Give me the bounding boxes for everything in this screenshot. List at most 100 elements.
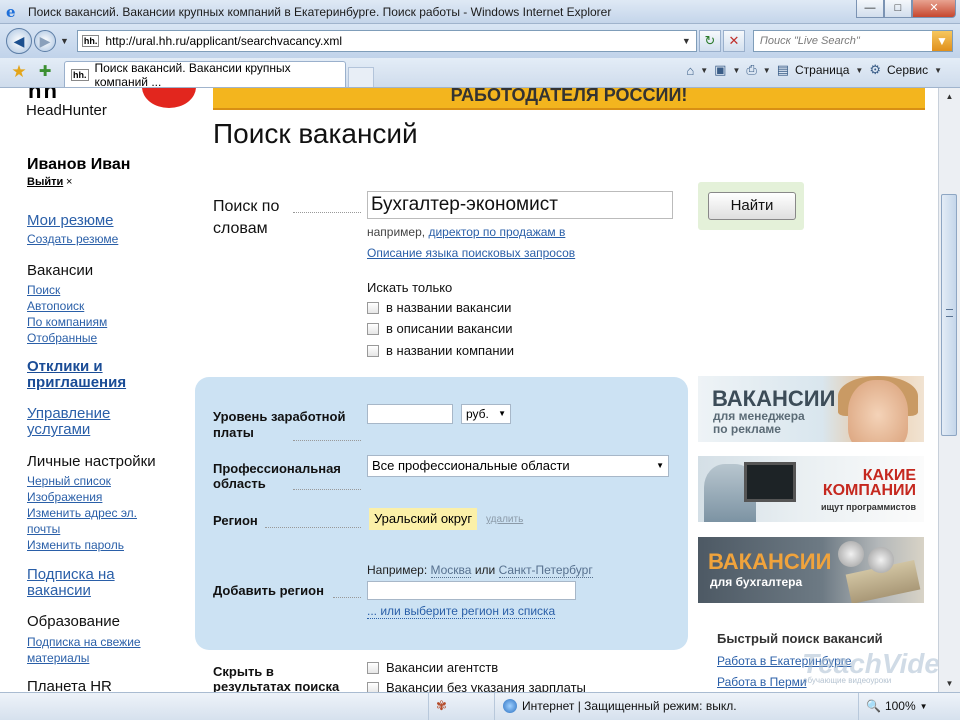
live-search-input[interactable]: Поиск "Live Search" ▼ [752, 30, 953, 52]
prof-area-select[interactable]: Все профессиональные области ▼ [367, 455, 669, 477]
scroll-down-icon[interactable]: ▼ [939, 675, 960, 692]
checkbox-in-description[interactable] [367, 322, 379, 335]
tools-menu[interactable]: Сервис [887, 63, 928, 77]
checkbox-in-title[interactable] [367, 301, 379, 314]
example-spb-link[interactable]: Санкт-Петербург [498, 563, 593, 578]
search-language-link[interactable]: Описание языка поисковых запросов [367, 246, 575, 260]
security-zone[interactable]: Интернет | Защищенный режим: выкл. [503, 699, 737, 713]
search-only-label: Искать только [367, 280, 453, 295]
salary-input[interactable] [367, 404, 453, 424]
sidebar-item-services-link[interactable]: Управление услугами [27, 406, 127, 438]
zoom-control[interactable]: 🔍 100% ▼ [866, 699, 928, 713]
url-text: http://ural.hh.ru/applicant/searchvacanc… [105, 34, 342, 48]
ad-banner-programmers[interactable]: КАКИЕ КОМПАНИИ ищут программистов [698, 456, 924, 522]
sidebar-item-fresh-materials[interactable]: Подписка на свежие материалы [27, 634, 157, 666]
home-dropdown-icon[interactable]: ▼ [700, 66, 708, 75]
sidebar-item-change-password[interactable]: Изменить пароль [27, 537, 177, 553]
sidebar-item-services: Управление услугами [27, 406, 127, 438]
headhunter-logo[interactable]: hh HeadHunter [26, 88, 196, 122]
sidebar-item-autosearch[interactable]: Автопоиск [27, 298, 107, 314]
zoom-dropdown-icon[interactable]: ▼ [920, 702, 928, 711]
ad-banner-accountant[interactable]: ВАКАНСИИ для бухгалтера [698, 537, 924, 603]
refresh-button[interactable]: ↻ [698, 30, 721, 52]
new-tab-button[interactable] [348, 67, 374, 87]
chevron-down-icon: ▼ [498, 409, 506, 418]
quick-link-perm[interactable]: Работа в Перми [717, 675, 807, 689]
maximize-button[interactable]: □ [884, 0, 912, 18]
url-field[interactable]: hh. http://ural.hh.ru/applicant/searchva… [76, 30, 697, 52]
checkbox-row-company[interactable]: в названии компании [367, 343, 514, 358]
region-tag: Уральский округ [369, 508, 478, 530]
sidebar-item-change-email[interactable]: Изменить адрес эл. почты [27, 505, 147, 537]
close-window-button[interactable]: ✕ [912, 0, 956, 18]
checkbox-hide-no-salary[interactable] [367, 681, 379, 692]
search-go-button[interactable]: ▼ [931, 31, 952, 51]
hint-example-link[interactable]: директор по продажам в [428, 225, 565, 239]
minimize-button[interactable]: — [856, 0, 884, 18]
sidebar-item-my-resumes[interactable]: Мои резюме [27, 212, 118, 229]
region-list-link[interactable]: ... или выберите регион из списка [367, 604, 556, 619]
zoom-icon: 🔍 [866, 699, 881, 713]
ad-coin-icon [868, 547, 894, 573]
feeds-dropdown-icon[interactable]: ▼ [732, 66, 740, 75]
forward-button[interactable]: ▶ [34, 30, 56, 52]
logout-link[interactable]: Выйти [27, 176, 63, 188]
scroll-thumb[interactable] [941, 194, 957, 436]
sidebar-settings: Личные настройки Черный список Изображен… [27, 453, 177, 553]
sidebar-item-search[interactable]: Поиск [27, 282, 107, 298]
feeds-icon[interactable]: ▣ [714, 62, 726, 78]
command-bar: ⌂ ▼ ▣ ▼ ⎙ ▼ ▤ Страница ▼ ⚙ Сервис ▼ [686, 62, 942, 78]
sidebar-item-blacklist[interactable]: Черный список [27, 473, 177, 489]
example-moscow-link[interactable]: Москва [430, 563, 472, 578]
sidebar-item-selected[interactable]: Отобранные [27, 330, 107, 346]
logout-x-icon[interactable]: × [66, 176, 72, 188]
sidebar-item-images[interactable]: Изображения [27, 489, 177, 505]
tools-dropdown-icon[interactable]: ▼ [934, 66, 942, 75]
sidebar-item-responses-link[interactable]: Отклики и приглашения [27, 359, 147, 391]
stop-button[interactable]: ✕ [722, 30, 745, 52]
print-icon[interactable]: ⎙ [746, 62, 756, 78]
tools-gear-icon: ⚙ [869, 62, 881, 77]
addon-icon[interactable]: ✾ [436, 698, 447, 714]
tab-active[interactable]: hh. Поиск вакансий. Вакансии крупных ком… [64, 61, 346, 89]
back-button[interactable]: ◀ [6, 28, 32, 54]
hide-agencies-row[interactable]: Вакансии агентств [367, 660, 498, 675]
currency-select[interactable]: руб. ▼ [461, 404, 511, 424]
keywords-input[interactable]: Бухгалтер-экономист [367, 191, 673, 219]
scroll-up-icon[interactable]: ▲ [939, 88, 960, 105]
find-button[interactable]: Найти [708, 192, 796, 220]
add-favorite-icon[interactable]: ✚ [34, 61, 56, 83]
sidebar-item-create-resume[interactable]: Создать резюме [27, 231, 118, 247]
print-dropdown-icon[interactable]: ▼ [763, 66, 771, 75]
checkbox-hide-agencies[interactable] [367, 661, 379, 674]
region-label: Регион [213, 513, 258, 528]
checkbox-in-company[interactable] [367, 344, 379, 357]
keywords-dotline [293, 212, 361, 213]
top-banner[interactable]: РАБОТОДАТЕЛЯ РОССИИ! [213, 88, 925, 110]
sidebar-vacancies: Вакансии Поиск Автопоиск По компаниям От… [27, 262, 107, 346]
internet-globe-icon [503, 699, 517, 713]
vertical-scrollbar[interactable]: ▲ ▼ [938, 88, 960, 692]
ad-banner-advertising-manager[interactable]: ВАКАНСИИ для менеджера по рекламе [698, 376, 924, 442]
sidebar-item-subscription-link[interactable]: Подписка на вакансии [27, 567, 127, 599]
checkbox-row-description[interactable]: в описании вакансии [367, 321, 513, 336]
ie-logo-icon: e [6, 2, 16, 21]
hide-results-label: Скрыть в результатах поиска [213, 664, 340, 692]
page-dropdown-icon[interactable]: ▼ [855, 66, 863, 75]
sidebar-item-subscription: Подписка на вакансии [27, 567, 127, 599]
checkbox-in-company-label: в названии компании [386, 343, 515, 358]
sidebar-item-responses: Отклики и приглашения [27, 359, 147, 391]
user-name: Иванов Иван [27, 156, 131, 173]
hide-no-salary-row[interactable]: Вакансии без указания зарплаты [367, 680, 586, 692]
favorites-star-icon[interactable]: ★ [8, 61, 30, 83]
add-region-input[interactable] [367, 581, 576, 600]
page-menu[interactable]: Страница [795, 63, 849, 77]
region-example: Например: Москва или Санкт-Петербург [367, 563, 593, 578]
url-dropdown-icon[interactable]: ▼ [682, 36, 696, 46]
sidebar-item-by-companies[interactable]: По компаниям [27, 314, 107, 330]
checkbox-row-title[interactable]: в названии вакансии [367, 300, 511, 315]
history-dropdown-icon[interactable]: ▼ [60, 36, 69, 46]
home-icon[interactable]: ⌂ [686, 63, 694, 78]
region-delete-link[interactable]: удалить [486, 514, 523, 525]
ad1-subtitle: для менеджера по рекламе [713, 409, 805, 436]
